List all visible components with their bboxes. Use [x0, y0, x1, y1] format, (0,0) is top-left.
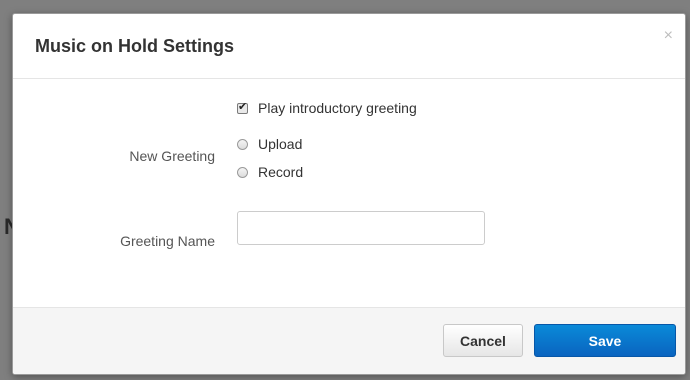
upload-label: Upload — [258, 136, 303, 152]
record-radio-row[interactable]: Record — [237, 164, 303, 180]
cancel-button[interactable]: Cancel — [443, 324, 523, 357]
play-greeting-checkbox[interactable]: ✔ — [237, 100, 248, 114]
play-greeting-label: Play introductory greeting — [258, 100, 417, 116]
greeting-name-label: Greeting Name — [120, 233, 215, 249]
upload-radio[interactable] — [237, 138, 248, 150]
dialog-header: Music on Hold Settings × — [13, 14, 685, 79]
play-greeting-checkbox-row[interactable]: ✔ Play introductory greeting — [237, 100, 417, 116]
new-greeting-label: New Greeting — [129, 148, 215, 164]
close-icon[interactable]: × — [664, 28, 673, 44]
record-label: Record — [258, 164, 304, 180]
record-radio[interactable] — [237, 166, 248, 178]
checkbox-checked-icon: ✔ — [238, 100, 248, 113]
music-on-hold-dialog: Music on Hold Settings × ✔ Play introduc… — [12, 13, 686, 375]
upload-radio-row[interactable]: Upload — [237, 136, 302, 152]
dialog-body: ✔ Play introductory greeting New Greetin… — [13, 79, 685, 307]
dialog-title: Music on Hold Settings — [35, 36, 235, 56]
greeting-name-input[interactable] — [237, 211, 485, 245]
dialog-footer: Cancel Save — [13, 307, 685, 374]
save-button[interactable]: Save — [534, 324, 676, 357]
